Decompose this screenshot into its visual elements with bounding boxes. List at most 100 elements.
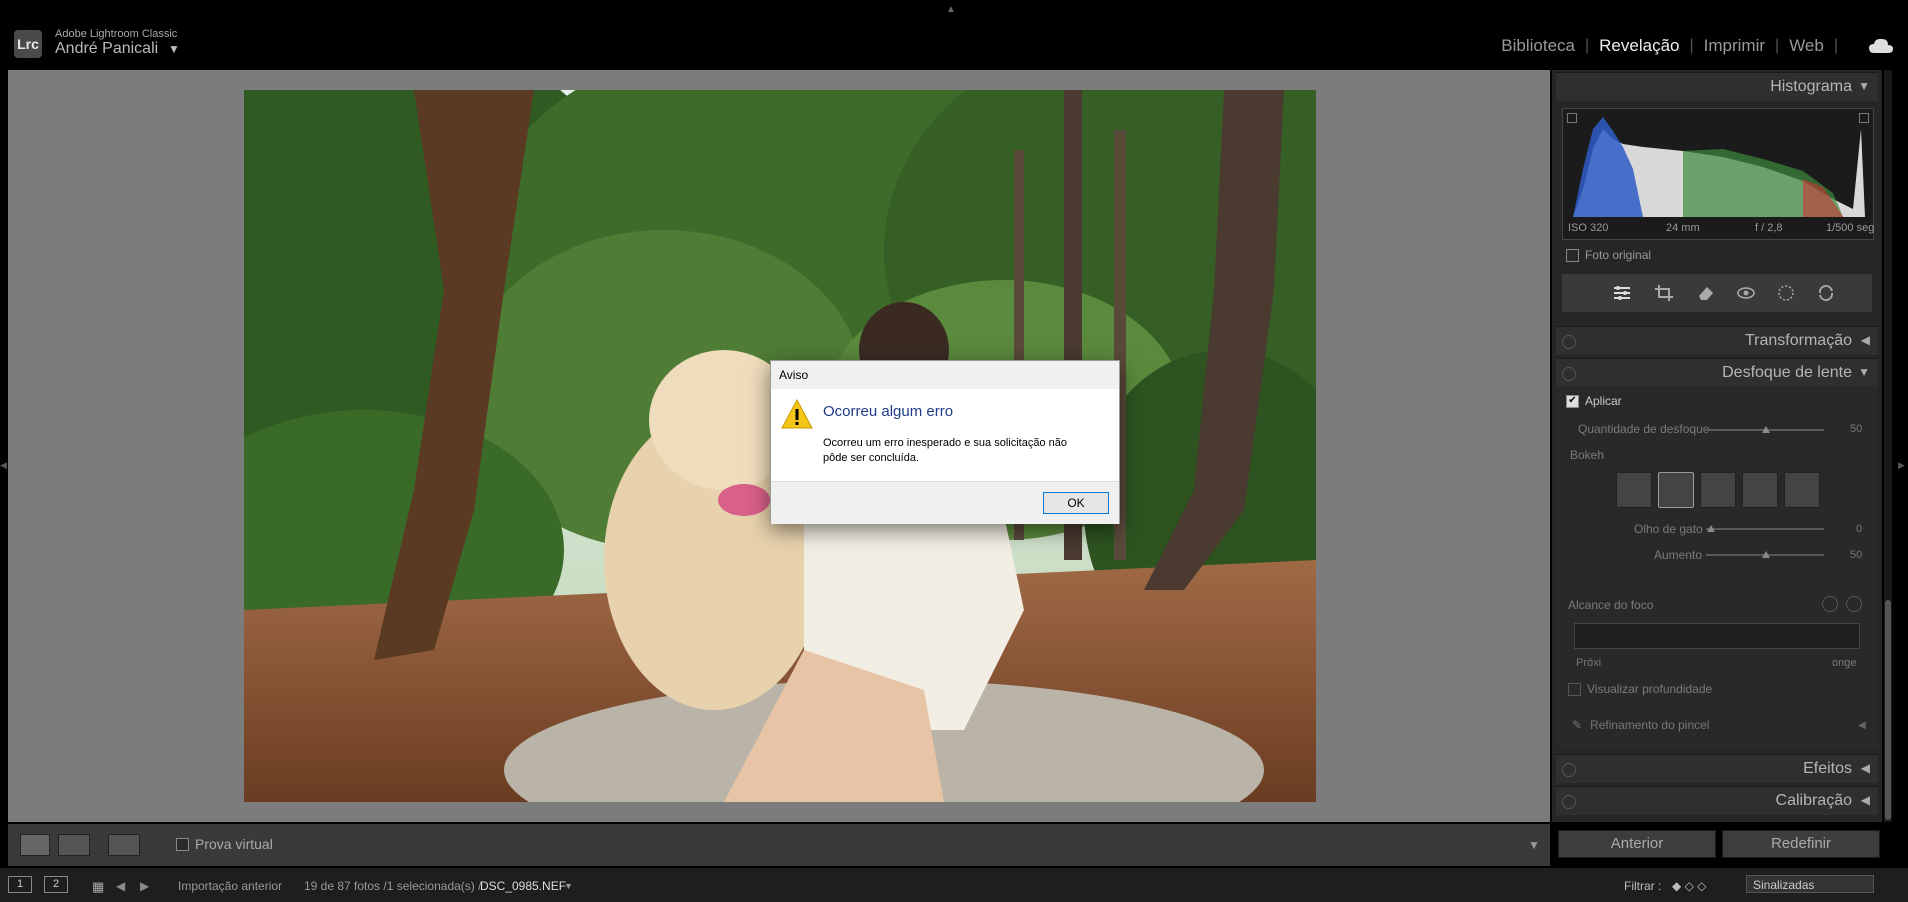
apply-checkbox[interactable]: ✔ <box>1566 394 1579 408</box>
next-arrow-icon[interactable]: ▶ <box>140 879 149 893</box>
current-filename[interactable]: DSC_0985.NEF <box>480 879 566 893</box>
brush-expand-triangle-icon[interactable]: ◀ <box>1858 720 1866 731</box>
transform-title: Transformação <box>1745 332 1852 349</box>
ok-button[interactable]: OK <box>1043 492 1109 514</box>
apply-label: Aplicar <box>1585 394 1622 408</box>
effects-title: Efeitos <box>1803 760 1852 777</box>
filter-select-value: Sinalizadas <box>1753 878 1815 892</box>
soft-proof-toggle[interactable]: Prova virtual <box>176 836 273 852</box>
expand-triangle-icon[interactable]: ◀ <box>1861 333 1870 347</box>
subject-focus-icon[interactable] <box>1822 596 1838 612</box>
second-screen-button[interactable]: 2 <box>44 876 68 893</box>
left-panel-toggle-icon[interactable]: ◀ <box>0 460 7 471</box>
develop-tools-strip <box>1562 274 1872 312</box>
far-label: onge <box>1832 657 1857 669</box>
bokeh-5-blade-button[interactable] <box>1700 472 1736 508</box>
shadow-clipping-icon[interactable] <box>1567 113 1577 123</box>
soft-proof-checkbox[interactable] <box>176 837 189 851</box>
visualize-depth-checkbox[interactable] <box>1568 682 1581 696</box>
iso-value: ISO 320 <box>1568 222 1609 234</box>
histogram[interactable] <box>1562 108 1874 240</box>
photo-count: 19 de 87 fotos /1 selecionada(s) / <box>304 879 482 893</box>
transform-header[interactable]: Transformação ◀ <box>1556 326 1878 355</box>
collapse-top-arrow-icon[interactable]: ▲ <box>946 4 956 15</box>
point-focus-icon[interactable] <box>1846 596 1862 612</box>
previous-arrow-icon[interactable]: ◀ <box>116 879 125 893</box>
scrollbar-thumb[interactable] <box>1885 600 1891 820</box>
loupe-view-button[interactable] <box>20 834 50 856</box>
eye-icon[interactable] <box>1562 335 1576 349</box>
cat-eye-slider[interactable] <box>1706 528 1824 530</box>
previous-button[interactable]: Anterior <box>1558 830 1716 858</box>
cat-eye-knob[interactable] <box>1707 525 1715 532</box>
flag-filter-icon[interactable]: ◆ ◇ ◇ <box>1672 879 1706 893</box>
visualize-depth-toggle[interactable]: Visualizar profundidade <box>1568 682 1712 696</box>
highlight-clipping-icon[interactable] <box>1859 113 1869 123</box>
grid-view-icon[interactable]: ▦ <box>92 879 104 895</box>
bokeh-ring-button[interactable] <box>1742 472 1778 508</box>
before-after-button[interactable] <box>58 834 90 856</box>
module-imprimir[interactable]: Imprimir <box>1694 36 1775 56</box>
calibration-header[interactable]: Calibração ◀ <box>1556 786 1878 815</box>
cloud-icon[interactable] <box>1868 36 1894 56</box>
focus-range-bar[interactable] <box>1574 623 1860 649</box>
brush-refine-row[interactable]: ✎ Refinamento do pincel <box>1572 718 1709 732</box>
right-panel-toggle-icon[interactable]: ▶ <box>1898 460 1905 471</box>
bokeh-cat-eye-button[interactable] <box>1784 472 1820 508</box>
red-eye-icon[interactable] <box>1736 284 1756 302</box>
expand-triangle-icon[interactable]: ◀ <box>1861 761 1870 775</box>
original-photo-checkbox[interactable] <box>1566 248 1579 262</box>
original-photo-label: Foto original <box>1585 248 1652 262</box>
module-picker: Biblioteca | Revelação | Imprimir | Web … <box>1491 36 1838 56</box>
expand-triangle-icon[interactable]: ◀ <box>1861 793 1870 807</box>
dialog-footer: OK <box>771 481 1119 524</box>
collapse-triangle-icon[interactable]: ▼ <box>1858 79 1870 93</box>
brush-icon: ✎ <box>1572 718 1583 732</box>
eye-icon[interactable] <box>1562 763 1576 777</box>
user-name[interactable]: André Panicali <box>55 40 158 58</box>
effects-header[interactable]: Efeitos ◀ <box>1556 754 1878 783</box>
panel-bottom-buttons: Anterior Redefinir <box>1556 828 1880 860</box>
focus-range-label: Alcance do foco <box>1568 598 1654 612</box>
module-web[interactable]: Web <box>1779 36 1834 56</box>
eye-icon[interactable] <box>1562 367 1576 381</box>
bokeh-bubble-button[interactable] <box>1658 472 1694 508</box>
before-after-split-button[interactable] <box>108 834 140 856</box>
presets-icon[interactable] <box>1816 284 1836 302</box>
near-label: Próxi <box>1576 657 1602 669</box>
error-dialog: Aviso Ocorreu algum erro Ocorreu um erro… <box>770 360 1120 524</box>
dialog-window-title: Aviso <box>779 368 809 382</box>
lens-blur-title: Desfoque de lente <box>1722 364 1852 381</box>
crop-icon[interactable] <box>1654 284 1674 302</box>
blur-amount-knob[interactable] <box>1762 426 1770 433</box>
shutter-speed: 1/500 seg <box>1826 222 1875 234</box>
eraser-icon[interactable] <box>1696 284 1716 302</box>
histogram-header[interactable]: Histograma ▼ <box>1556 72 1878 101</box>
blur-amount-label: Quantidade de desfoque <box>1578 422 1710 436</box>
edit-sliders-icon[interactable] <box>1612 284 1632 302</box>
original-photo-toggle[interactable]: Foto original <box>1566 248 1651 262</box>
cat-eye-value: 0 <box>1856 523 1863 535</box>
bokeh-circle-button[interactable] <box>1616 472 1652 508</box>
filter-select[interactable]: Sinalizadas <box>1746 875 1874 893</box>
boost-label: Aumento <box>1654 548 1703 562</box>
module-revelacao[interactable]: Revelação <box>1589 36 1689 56</box>
filename-menu-arrow-icon[interactable]: ▼ <box>564 881 573 891</box>
module-biblioteca[interactable]: Biblioteca <box>1491 36 1585 56</box>
reset-button[interactable]: Redefinir <box>1722 830 1880 858</box>
boost-knob[interactable] <box>1762 551 1770 558</box>
eye-icon[interactable] <box>1562 795 1576 809</box>
app-title: Adobe Lightroom Classic <box>55 28 178 40</box>
main-screen-button[interactable]: 1 <box>8 876 32 893</box>
filmstrip-source[interactable]: Importação anterior <box>178 879 282 893</box>
boost-value: 50 <box>1850 549 1863 561</box>
lens-blur-header[interactable]: Desfoque de lente ▼ <box>1556 358 1878 387</box>
soft-proof-label: Prova virtual <box>195 836 273 852</box>
apply-toggle[interactable]: ✔ Aplicar <box>1566 394 1622 408</box>
bokeh-label: Bokeh <box>1570 448 1605 462</box>
user-menu-arrow-icon[interactable]: ▼ <box>168 42 180 56</box>
toolbar-options-chevron-down-icon[interactable]: ▼ <box>1528 838 1540 852</box>
calibration-title: Calibração <box>1775 792 1852 809</box>
masking-icon[interactable] <box>1776 284 1796 302</box>
collapse-triangle-icon[interactable]: ▼ <box>1858 365 1870 379</box>
